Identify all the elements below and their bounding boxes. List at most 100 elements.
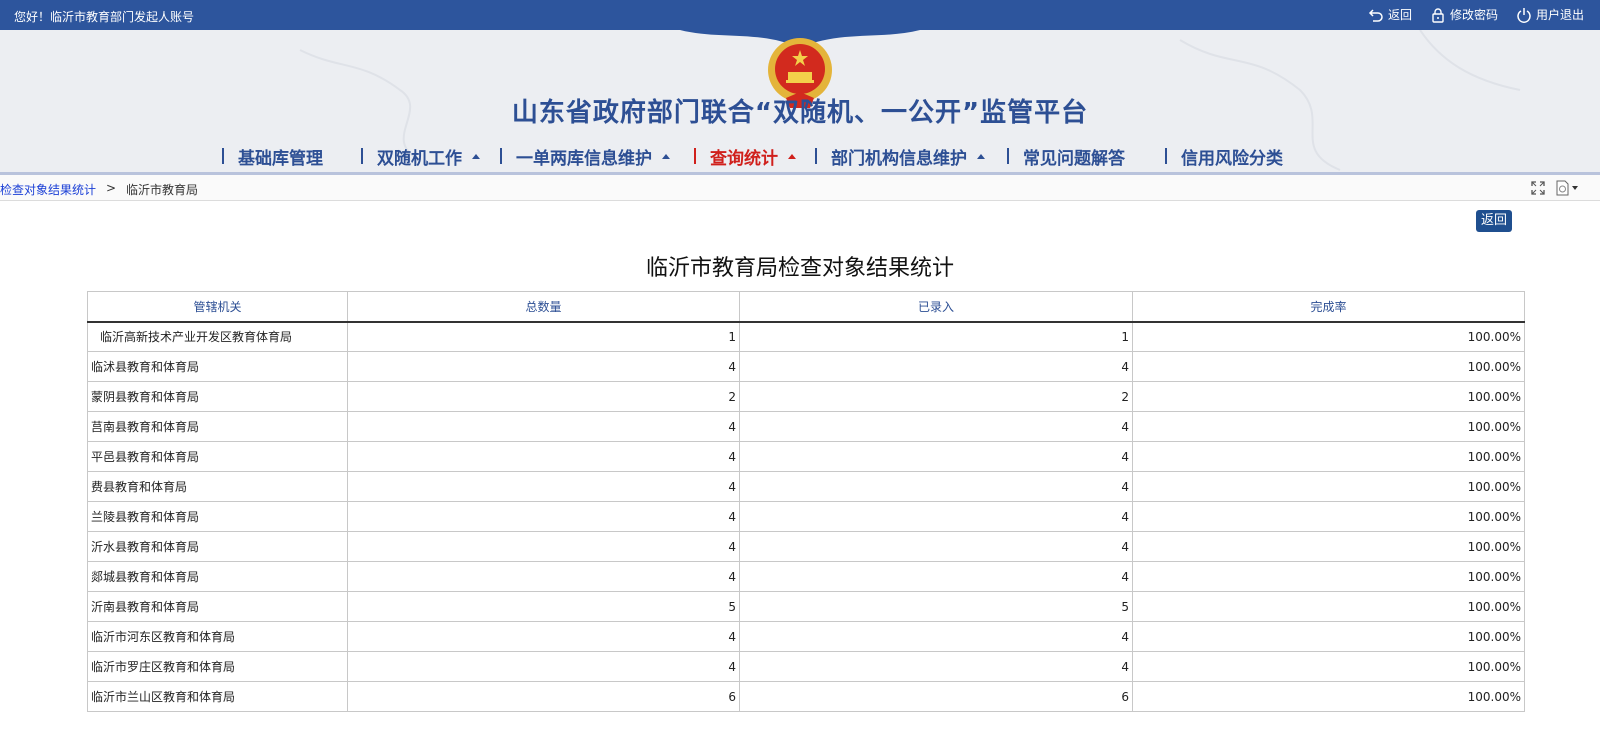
entered-cell: 4 — [739, 351, 1133, 382]
lock-icon — [1432, 7, 1444, 23]
nav-item-list-maintenance[interactable]: 一单两库信息维护 — [500, 142, 670, 170]
rate-cell: 100.00% — [1132, 441, 1525, 472]
nav-separator — [500, 148, 502, 164]
authority-cell: 沂水县教育和体育局 — [87, 531, 348, 562]
total-cell: 1 — [347, 321, 740, 352]
rate-cell: 100.00% — [1132, 621, 1525, 652]
statistics-table: 管辖机关 总数量 已录入 完成率 临沂高新技术产业开发区教育体育局 1 1 100.0… — [87, 291, 1525, 712]
column-header-entered: 已录入 — [739, 291, 1133, 323]
nav-item-faq[interactable]: 常见问题解答 — [1007, 142, 1125, 170]
entered-cell: 4 — [739, 471, 1133, 502]
total-cell: 4 — [347, 621, 740, 652]
table-row: 平邑县教育和体育局 4 4 100.00% — [87, 441, 1525, 472]
change-password-link[interactable]: 修改密码 — [1430, 6, 1498, 23]
table-row: 郯城县教育和体育局 4 4 100.00% — [87, 561, 1525, 592]
nav-item-query-statistics[interactable]: 查询统计 — [694, 142, 796, 170]
total-cell: 4 — [347, 651, 740, 682]
entered-cell: 2 — [739, 381, 1133, 412]
authority-cell: 费县教育和体育局 — [87, 471, 348, 502]
nav-separator — [815, 148, 817, 164]
table-row: 临沂市罗庄区教育和体育局 4 4 100.00% — [87, 651, 1525, 682]
rate-cell: 100.00% — [1132, 351, 1525, 382]
top-back-label: 返回 — [1387, 8, 1412, 22]
caret-up-icon — [472, 153, 480, 159]
total-cell: 5 — [347, 591, 740, 622]
caret-up-icon — [662, 153, 670, 159]
total-cell: 4 — [347, 471, 740, 502]
column-header-total: 总数量 — [347, 291, 740, 323]
breadcrumb-link[interactable]: 检查对象结果统计 — [0, 181, 96, 198]
table-row: 费县教育和体育局 4 4 100.00% — [87, 471, 1525, 502]
table-row: 临沂市河东区教育和体育局 4 4 100.00% — [87, 621, 1525, 652]
nav-item-credit-risk[interactable]: 信用风险分类 — [1165, 142, 1283, 170]
logout-link[interactable]: 用户退出 — [1516, 6, 1584, 23]
total-cell: 2 — [347, 381, 740, 412]
nav-item-basic-library[interactable]: 基础库管理 — [222, 142, 323, 170]
nav-label: 基础库管理 — [238, 148, 323, 169]
total-cell: 6 — [347, 681, 740, 712]
entered-cell: 5 — [739, 591, 1133, 622]
back-button[interactable]: 返回 — [1476, 210, 1512, 232]
nav-label: 常见问题解答 — [1023, 148, 1125, 169]
total-cell: 4 — [347, 561, 740, 592]
rate-cell: 100.00% — [1132, 501, 1525, 532]
nav-label: 一单两库信息维护 — [516, 148, 652, 169]
back-arrow-icon — [1368, 8, 1383, 22]
export-document-icon[interactable] — [1555, 180, 1581, 196]
nav-separator — [1007, 148, 1009, 164]
nav-label: 双随机工作 — [377, 148, 462, 169]
breadcrumb-current: 临沂市教育局 — [126, 183, 199, 197]
authority-cell: 郯城县教育和体育局 — [87, 561, 348, 592]
entered-cell: 4 — [739, 651, 1133, 682]
rate-cell: 100.00% — [1132, 681, 1525, 712]
top-bar: 您好！临沂市教育部门发起人账号 返回 修改密码 用户退出 — [0, 0, 1600, 30]
entered-cell: 4 — [739, 621, 1133, 652]
authority-cell: 临沂市罗庄区教育和体育局 — [87, 651, 348, 682]
entered-cell: 4 — [739, 501, 1133, 532]
entered-cell: 6 — [739, 681, 1133, 712]
breadcrumb: 检查对象结果统计 > 临沂市教育局 — [0, 175, 1600, 201]
authority-cell: 沂南县教育和体育局 — [87, 591, 348, 622]
header-banner: 山东省政府部门联合“双随机、一公开”监管平台 基础库管理 双随机工作 一单两库信… — [0, 30, 1600, 172]
rate-cell: 100.00% — [1132, 411, 1525, 442]
authority-cell: 临沂高新技术产业开发区教育体育局 — [87, 321, 348, 352]
logout-label: 用户退出 — [1535, 8, 1584, 22]
total-cell: 4 — [347, 501, 740, 532]
entered-cell: 4 — [739, 561, 1133, 592]
nav-item-department-info[interactable]: 部门机构信息维护 — [815, 142, 985, 170]
table-row: 临沂市兰山区教育和体育局 6 6 100.00% — [87, 681, 1525, 712]
caret-up-icon — [977, 153, 985, 159]
column-header-authority: 管辖机关 — [87, 291, 348, 323]
top-links: 返回 修改密码 用户退出 — [1368, 6, 1584, 23]
entered-cell: 1 — [739, 321, 1133, 352]
nav-label: 查询统计 — [710, 148, 778, 169]
fullscreen-icon[interactable] — [1530, 180, 1546, 196]
table-row: 莒南县教育和体育局 4 4 100.00% — [87, 411, 1525, 442]
table-row: 临沂高新技术产业开发区教育体育局 1 1 100.00% — [87, 321, 1525, 352]
authority-cell: 蒙阴县教育和体育局 — [87, 381, 348, 412]
rate-cell: 100.00% — [1132, 531, 1525, 562]
nav-separator — [694, 148, 696, 164]
nav-separator — [222, 148, 224, 164]
nav-item-double-random[interactable]: 双随机工作 — [361, 142, 480, 170]
rate-cell: 100.00% — [1132, 651, 1525, 682]
total-cell: 4 — [347, 351, 740, 382]
authority-cell: 平邑县教育和体育局 — [87, 441, 348, 472]
entered-cell: 4 — [739, 411, 1133, 442]
table-row: 沂水县教育和体育局 4 4 100.00% — [87, 531, 1525, 562]
greeting-text: 您好！临沂市教育部门发起人账号 — [14, 10, 195, 24]
change-password-label: 修改密码 — [1449, 8, 1498, 22]
rate-cell: 100.00% — [1132, 591, 1525, 622]
entered-cell: 4 — [739, 441, 1133, 472]
total-cell: 4 — [347, 411, 740, 442]
nav-label: 信用风险分类 — [1181, 148, 1283, 169]
column-header-rate: 完成率 — [1132, 291, 1525, 323]
total-cell: 4 — [347, 531, 740, 562]
table-header-row: 管辖机关 总数量 已录入 完成率 — [87, 291, 1525, 323]
rate-cell: 100.00% — [1132, 471, 1525, 502]
report-title: 临沂市教育局检查对象结果统计 — [645, 256, 954, 281]
nav-separator — [361, 148, 363, 164]
top-back-link[interactable]: 返回 — [1368, 6, 1412, 23]
authority-cell: 临沂市河东区教育和体育局 — [87, 621, 348, 652]
table-row: 兰陵县教育和体育局 4 4 100.00% — [87, 501, 1525, 532]
